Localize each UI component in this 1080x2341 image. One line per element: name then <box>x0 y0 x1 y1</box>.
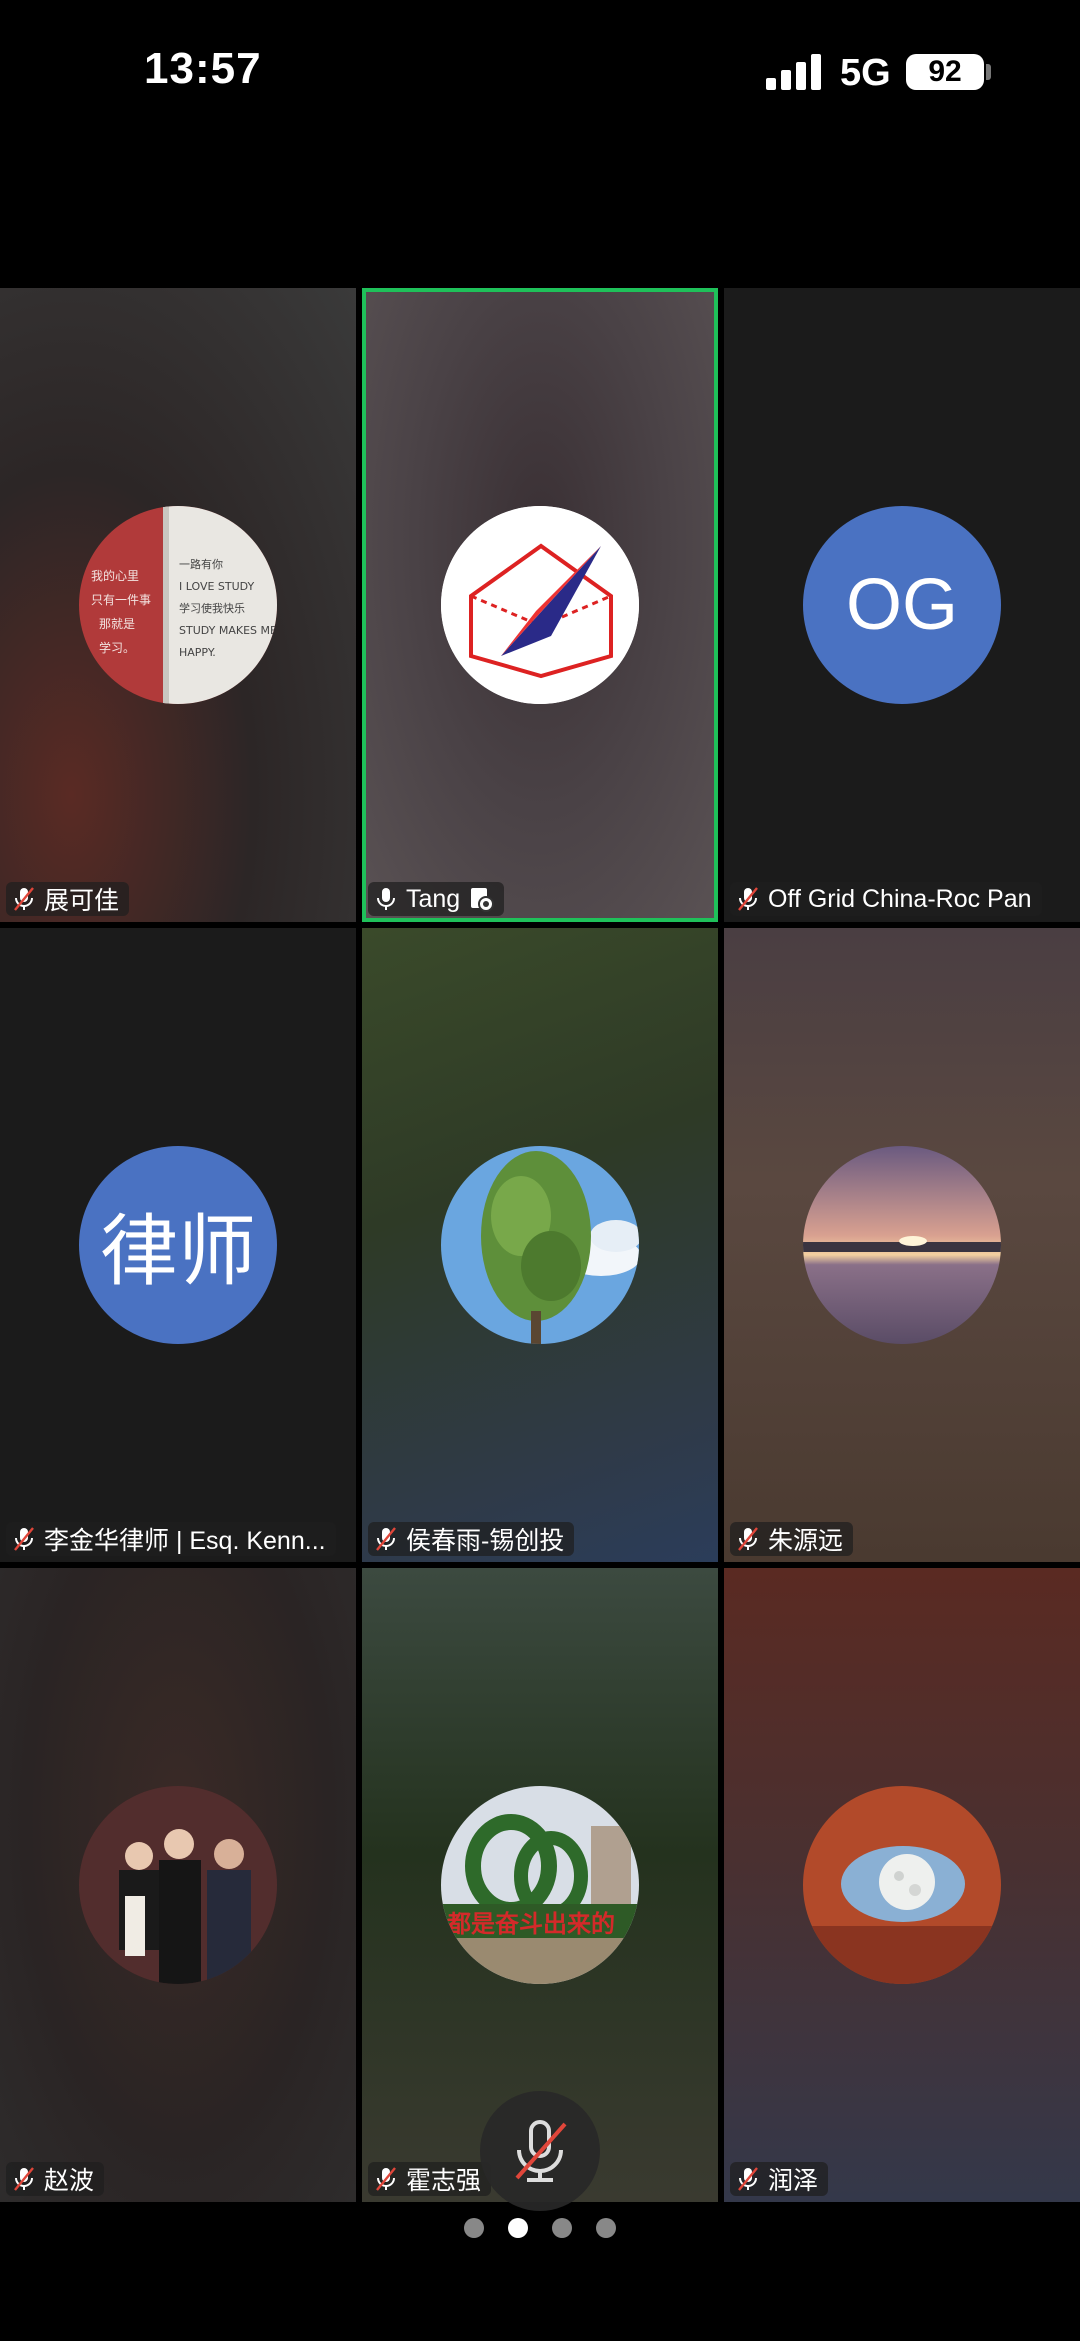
avatar-initials: 律师 <box>79 1146 277 1344</box>
topiary-sign-photo: 都是奋斗出来的 <box>441 1786 639 1984</box>
page-dot-current[interactable] <box>508 2218 528 2238</box>
svg-text:一路有你: 一路有你 <box>179 557 223 571</box>
participant-name: 霍志强 <box>406 2167 482 2195</box>
svg-text:都是奋斗出来的: 都是奋斗出来的 <box>446 1910 615 1938</box>
cellular-signal-icon <box>766 54 821 90</box>
name-tag: Off Grid China-Roc Pan <box>730 882 1042 916</box>
participant-name: 润泽 <box>768 2167 819 2195</box>
mic-muted-icon <box>376 1527 396 1551</box>
participant-tile[interactable]: 侯春雨-锡创投 <box>362 928 718 1562</box>
participant-tile[interactable]: 赵波 <box>0 1568 356 2202</box>
mic-muted-icon <box>738 887 758 911</box>
mic-muted-icon <box>738 2167 758 2191</box>
name-tag: 展可佳 <box>6 882 130 916</box>
clock: 13:57 <box>144 44 262 93</box>
participant-tile[interactable]: 朱源远 <box>724 928 1080 1562</box>
avatar <box>441 506 639 704</box>
participant-grid: 一路有你 I LOVE STUDY 学习使我快乐 STUDY MAKES ME … <box>0 288 1080 2202</box>
participant-tile[interactable]: 润泽 <box>724 1568 1080 2202</box>
participant-tile[interactable]: OG Off Grid China-Roc Pan <box>724 288 1080 922</box>
network-type: 5G <box>840 52 891 94</box>
page-dot[interactable] <box>552 2218 572 2238</box>
participant-tile[interactable]: 一路有你 I LOVE STUDY 学习使我快乐 STUDY MAKES ME … <box>0 288 356 922</box>
page-indicator[interactable] <box>0 2218 1080 2238</box>
svg-text:只有一件事: 只有一件事 <box>91 593 151 607</box>
moon-arch-photo <box>803 1786 1001 1984</box>
host-badge-icon <box>471 888 495 912</box>
svg-text:STUDY MAKES ME: STUDY MAKES ME <box>179 624 277 637</box>
mute-toggle-button[interactable] <box>480 2091 600 2211</box>
mic-icon <box>377 888 395 910</box>
name-tag: Tang <box>368 882 505 916</box>
sunset-sea-photo <box>803 1146 1001 1344</box>
participant-name: 赵波 <box>44 2167 95 2195</box>
participant-name: Tang <box>406 884 461 913</box>
svg-text:HAPPY.: HAPPY. <box>179 646 216 659</box>
svg-text:我的心里: 我的心里 <box>91 568 139 583</box>
participant-name: 李金华律师 | Esq. Kenn... <box>44 1527 326 1555</box>
name-tag: 润泽 <box>730 2162 829 2196</box>
battery-nub <box>986 64 991 80</box>
svg-text:I LOVE STUDY: I LOVE STUDY <box>179 580 255 593</box>
mic-muted-icon <box>14 2167 34 2191</box>
study-note-photo: 一路有你 I LOVE STUDY 学习使我快乐 STUDY MAKES ME … <box>79 506 277 704</box>
mic-muted-icon <box>515 2120 567 2182</box>
avatar: 都是奋斗出来的 <box>441 1786 639 1984</box>
mic-muted-icon <box>14 887 34 911</box>
participant-tile-active-speaker[interactable]: Tang <box>362 288 718 922</box>
page-dot[interactable] <box>596 2218 616 2238</box>
participant-name: 朱源远 <box>768 1527 844 1555</box>
tree-photo <box>441 1146 639 1344</box>
group-photo <box>79 1786 277 1984</box>
name-tag: 侯春雨-锡创投 <box>368 1522 575 1556</box>
svg-text:那就是: 那就是 <box>99 617 135 631</box>
status-bar: 13:57 5G 92 <box>0 0 1080 150</box>
name-tag: 霍志强 <box>368 2162 492 2196</box>
participant-name: Off Grid China-Roc Pan <box>768 884 1032 913</box>
name-tag: 赵波 <box>6 2162 105 2196</box>
page-dot[interactable] <box>464 2218 484 2238</box>
avatar: 一路有你 I LOVE STUDY 学习使我快乐 STUDY MAKES ME … <box>79 506 277 704</box>
paper-plane-logo <box>441 506 639 704</box>
avatar <box>803 1786 1001 1984</box>
mic-muted-icon <box>14 1527 34 1551</box>
battery-icon: 92 <box>906 54 984 90</box>
avatar <box>441 1146 639 1344</box>
avatar-initials: OG <box>803 506 1001 704</box>
participant-tile[interactable]: 律师 李金华律师 | Esq. Kenn... <box>0 928 356 1562</box>
mic-muted-icon <box>376 2167 396 2191</box>
name-tag: 李金华律师 | Esq. Kenn... <box>6 1522 336 1556</box>
avatar <box>79 1786 277 1984</box>
avatar <box>803 1146 1001 1344</box>
participant-name: 侯春雨-锡创投 <box>406 1527 565 1555</box>
name-tag: 朱源远 <box>730 1522 854 1556</box>
svg-text:学习使我快乐: 学习使我快乐 <box>179 601 245 615</box>
mic-muted-icon <box>738 1527 758 1551</box>
participant-name: 展可佳 <box>44 887 120 915</box>
svg-text:学习。: 学习。 <box>99 640 135 655</box>
